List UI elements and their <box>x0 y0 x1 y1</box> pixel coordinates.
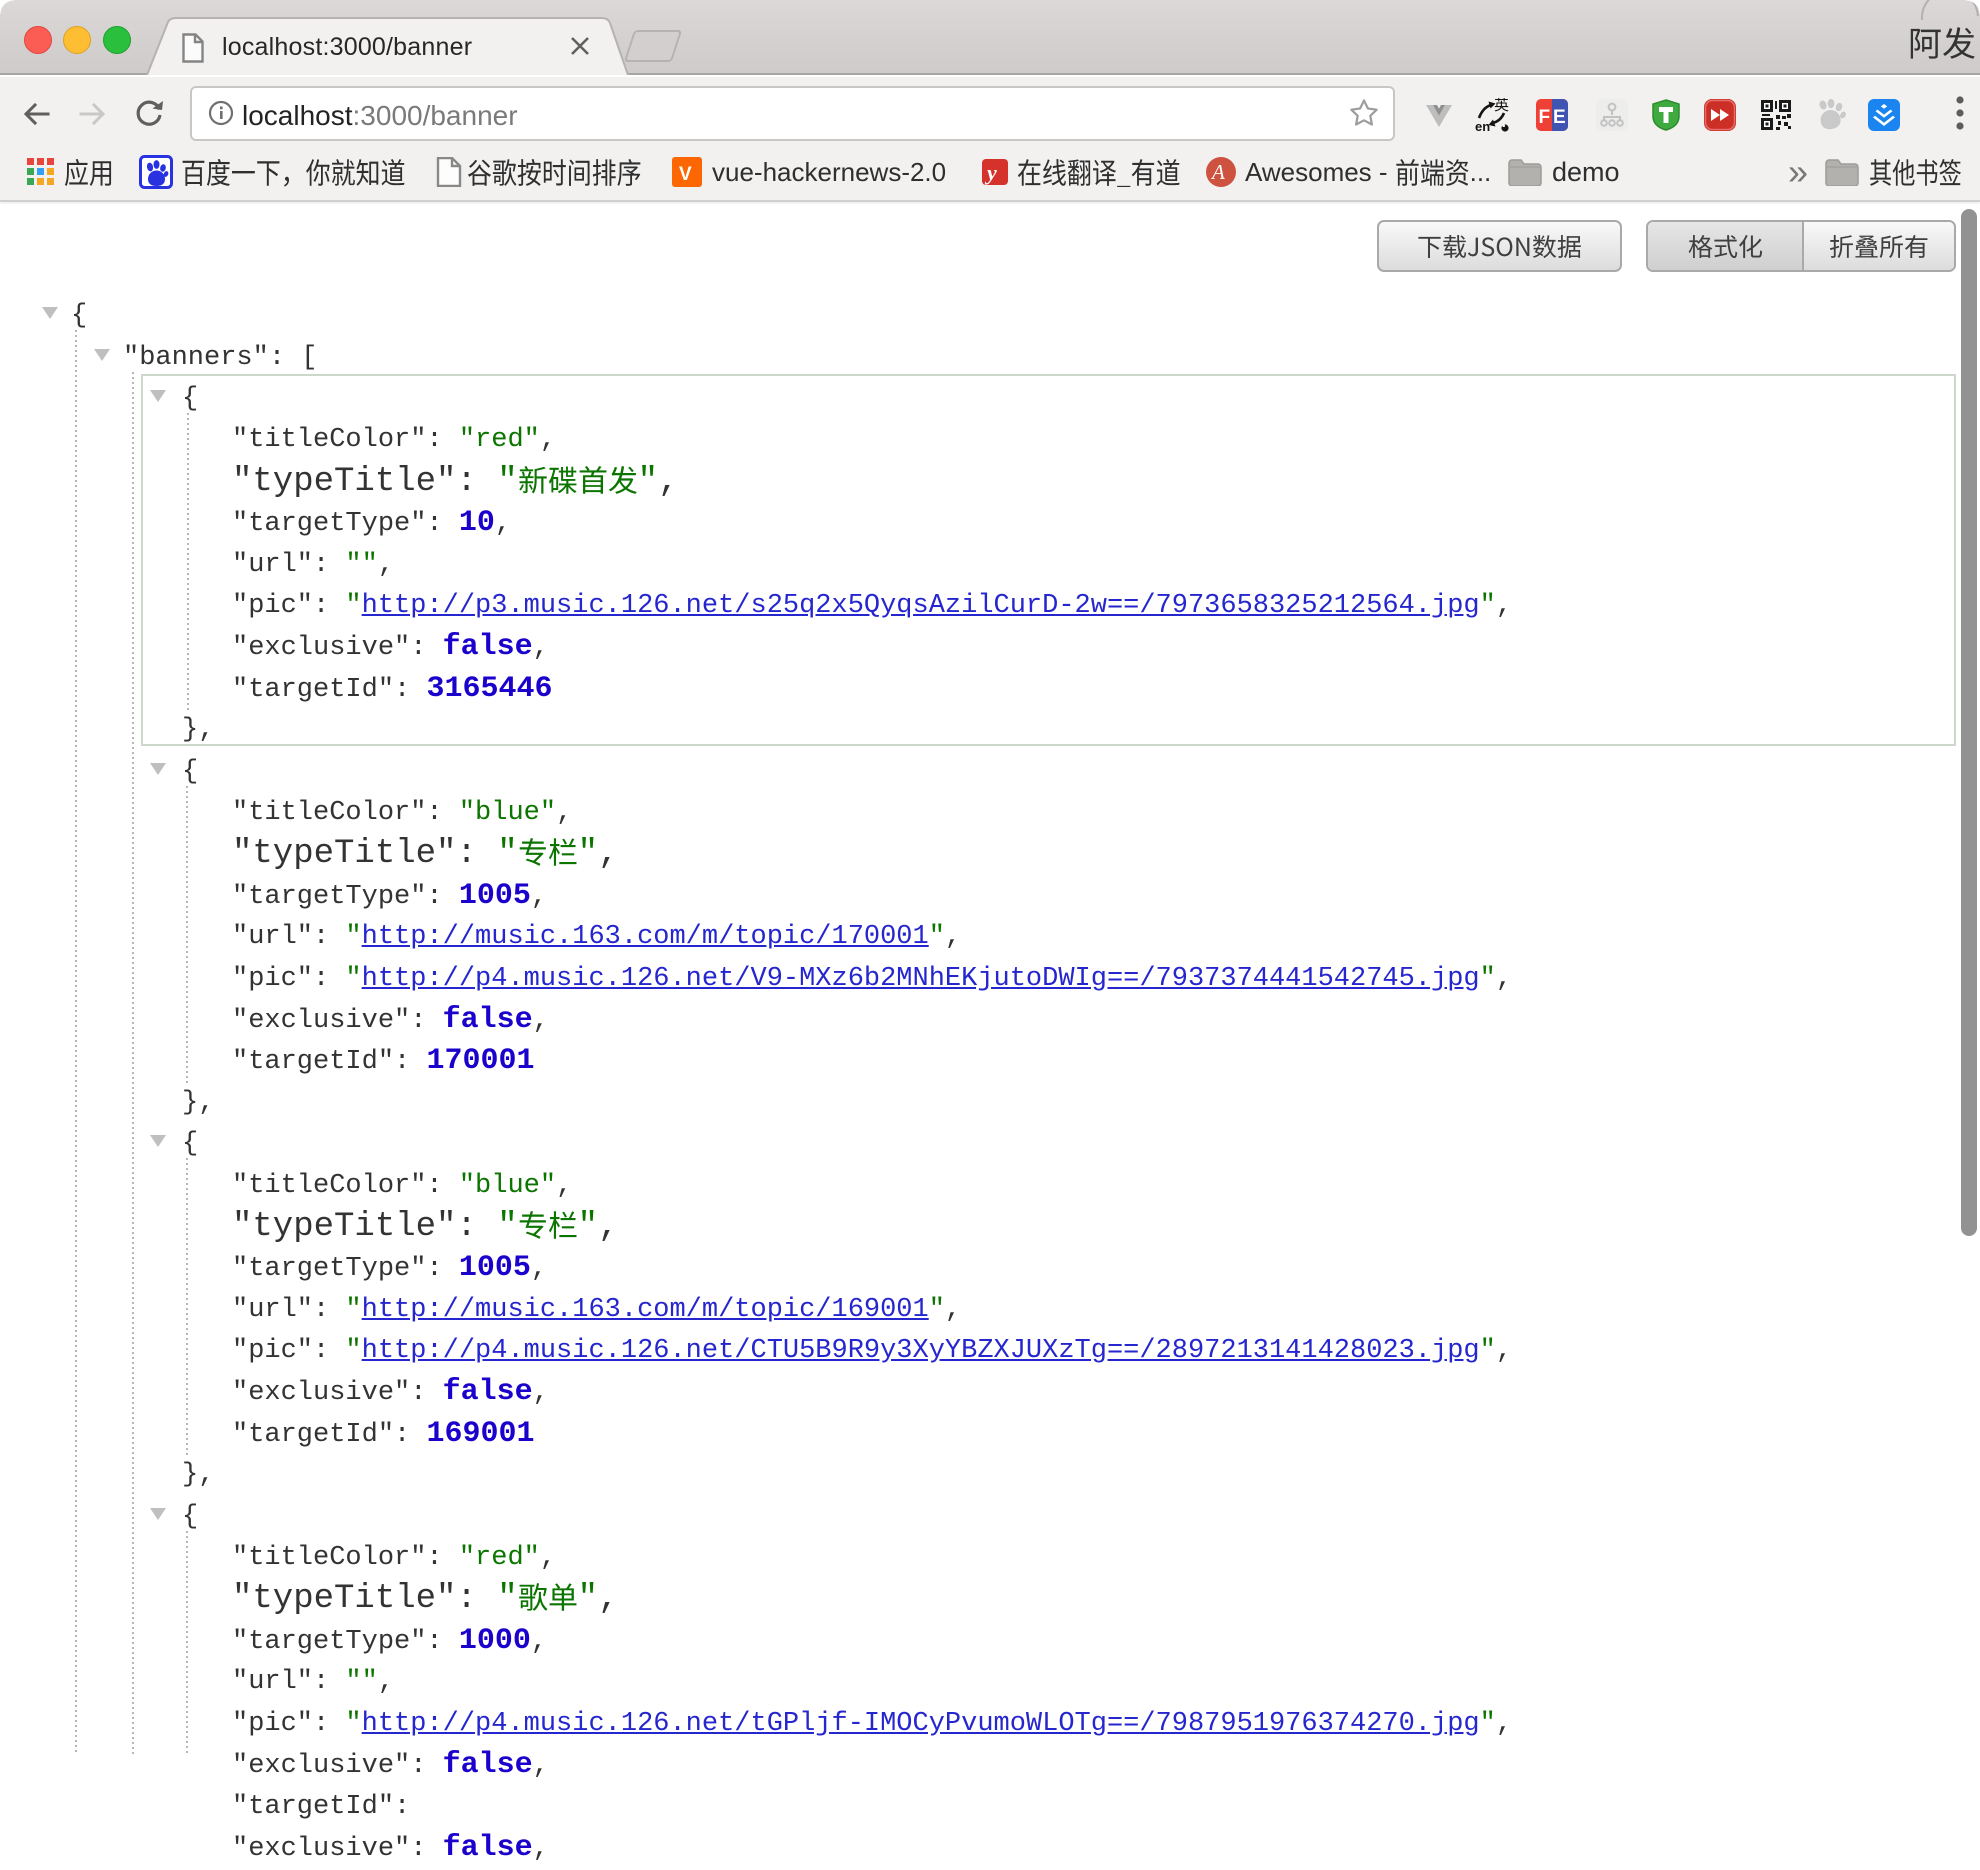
svg-text:A: A <box>1210 160 1225 184</box>
svg-text:V: V <box>679 164 692 185</box>
svg-text:E: E <box>1553 107 1566 128</box>
svg-text:en: en <box>1475 119 1490 132</box>
svg-text:F: F <box>1539 107 1551 128</box>
